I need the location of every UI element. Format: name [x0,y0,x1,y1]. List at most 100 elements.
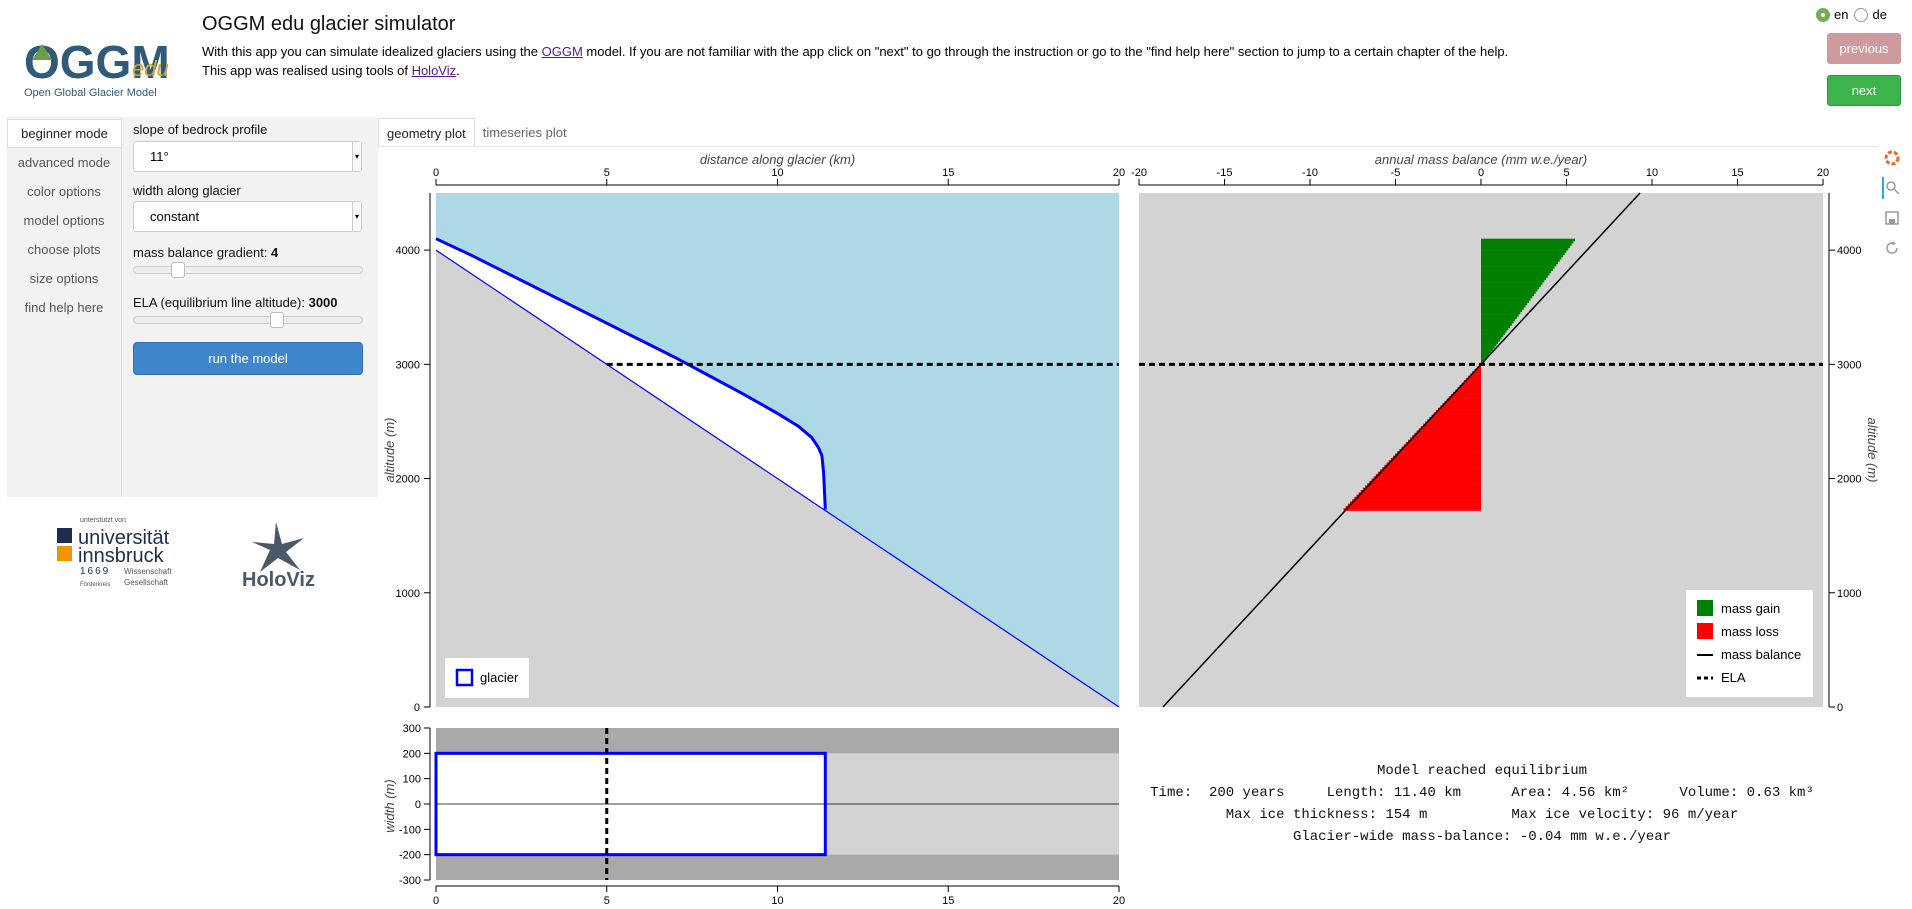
mass-gain-bar [1481,240,1574,244]
mass-gain-bar [1481,284,1541,287]
mass-gain-bar [1481,350,1492,354]
mass-loss-bar [1433,412,1481,415]
mass-gain-bar [1481,336,1502,340]
mass-gain-bar [1481,291,1536,294]
mass-loss-bar [1371,478,1481,482]
mass-gain-bar [1481,259,1560,262]
x-tick-label: 0 [433,167,439,179]
mass-loss-bar [1453,391,1481,395]
mass-loss-bar [1459,384,1481,388]
mass-gain-bar [1481,270,1552,274]
y-tick-label: 300 [403,723,421,735]
x-tick-label: -10 [1302,167,1318,179]
mass-gain-bar [1481,300,1529,303]
mass-gain-bar [1481,263,1557,267]
legend-glacier-label: glacier [480,670,519,685]
mass-loss-bar [1429,416,1481,420]
mass-loss-bar [1358,492,1481,495]
mass-gain-bar [1481,272,1550,276]
mass-gain-bar [1481,247,1569,251]
width-plot[interactable]: 0 5 10 15 20 -300 -200 -100 0 100 200 300 width (m) [382,723,1125,907]
mass-loss-bar [1382,467,1481,470]
mass-loss-bar [1343,508,1481,511]
y-tick-label: -100 [399,824,421,836]
mass-loss-bar [1375,473,1481,477]
mass-loss-bar [1435,410,1481,413]
x-tick-label: 5 [1563,167,1569,179]
mass-balance-plot[interactable]: -20 -15 -10 -5 0 5 10 15 20 annual mass balance (… [1131,152,1880,714]
mass-gain-bar [1481,243,1572,246]
x-tick-label: 10 [771,167,783,179]
mass-gain-bar [1481,256,1562,260]
mass-loss-bar [1446,398,1481,402]
mass-gain-bar [1481,277,1546,281]
legend-mass-gain-label: mass gain [1721,601,1780,616]
y-tick-label: 0 [415,799,421,811]
y-tick-label: 3000 [396,359,420,371]
y-axis-label: width (m) [382,779,397,832]
mass-gain-bar [1481,268,1553,271]
mass-loss-bar [1388,460,1481,463]
x-tick-label: 0 [433,895,439,907]
x-tick-label: 20 [1113,895,1125,907]
y-tick-label: 3000 [1837,359,1861,371]
mass-loss-bar [1349,501,1481,504]
mass-gain-bar [1481,346,1495,349]
legend-mass-balance-label: mass balance [1721,647,1801,662]
y-tick-label: -200 [399,850,421,862]
mass-loss-bar [1345,505,1481,509]
mass-gain-bar [1481,352,1490,356]
x-axis-label: distance along glacier (km) [700,152,855,167]
legend-ela-label: ELA [1721,670,1746,685]
mass-loss-bar [1362,487,1481,491]
status-line-2: Time: 200 years Length: 11.40 km Area: 4… [1150,785,1814,801]
mass-gain-bar [1481,266,1555,269]
model-status: Model reached equilibrium Time: 200 years… [1130,760,1834,848]
mass-gain-bar [1481,314,1519,317]
mass-loss-bar [1365,485,1481,488]
x-tick-label: 10 [1646,167,1658,179]
mass-loss-bar [1390,457,1481,461]
mass-gain-bar [1481,288,1538,292]
mass-loss-bar [1347,503,1481,507]
y-tick-label: 2000 [1837,474,1861,486]
mass-loss-bar [1450,394,1481,397]
y-tick-label: 4000 [1837,245,1861,257]
mass-gain-bar [1481,261,1558,265]
mass-loss-bar [1352,499,1481,502]
mass-loss-bar [1360,489,1481,493]
mass-gain-bar [1481,348,1493,351]
mass-loss-bar [1397,451,1481,454]
mass-loss-bar [1356,494,1481,498]
y-tick-label: -300 [399,875,421,887]
mass-gain-bar [1481,343,1497,347]
mass-gain-bar [1481,320,1514,324]
mass-gain-bar [1481,252,1565,255]
x-tick-label: -5 [1391,167,1401,179]
mass-gain-bar [1481,334,1504,338]
mass-gain-bar [1481,286,1540,290]
mass-loss-bar [1384,464,1481,468]
mass-loss-bar [1457,387,1481,390]
mass-loss-bar [1438,407,1481,411]
mass-loss-bar [1416,430,1481,434]
y-tick-label: 1000 [396,588,420,600]
mass-loss-bar [1392,455,1481,459]
mass-loss-bar [1444,400,1481,404]
geometry-plot[interactable]: 0 5 10 15 20 distance along glacier (km) 0 1000… [382,152,1125,714]
mass-loss-bar [1354,496,1481,500]
mass-gain-bar [1481,295,1533,299]
x-tick-label: 0 [1478,167,1484,179]
mass-loss-bar [1427,419,1481,422]
x-tick-label: -20 [1131,167,1147,179]
x-tick-label: 15 [1731,167,1743,179]
mass-gain-bar [1481,250,1567,253]
mass-gain-bar [1481,282,1543,285]
mass-gain-bar [1481,298,1531,301]
mass-gain-bar [1481,325,1511,329]
x-axis-label: annual mass balance (mm w.e./year) [1375,152,1587,167]
x-tick-label: 10 [771,895,783,907]
mass-loss-bar [1455,389,1481,393]
x-tick-label: 15 [942,895,954,907]
mass-loss-bar [1377,471,1481,475]
